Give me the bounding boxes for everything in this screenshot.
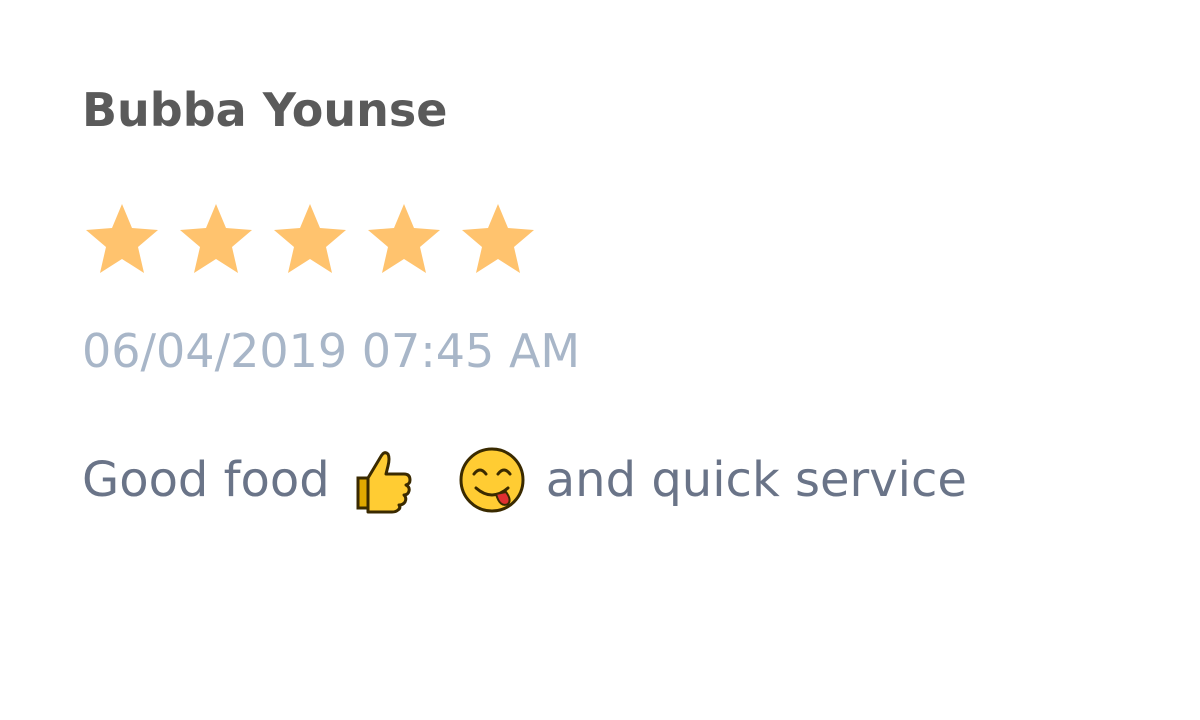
review-text-after: and quick service — [545, 452, 967, 508]
review-date: 06/04/2019 07:45 AM — [82, 324, 581, 378]
star-rating — [82, 200, 1142, 280]
review-text: Good food and quick service — [82, 440, 1142, 520]
face-savoring-food-icon — [456, 444, 528, 516]
star-icon — [368, 204, 440, 273]
star-icon — [86, 204, 158, 273]
star-icon — [180, 204, 252, 273]
star-icon — [462, 204, 534, 273]
reviewer-name: Bubba Younse — [82, 83, 448, 137]
review-text-before: Good food — [82, 452, 330, 508]
star-icon — [274, 204, 346, 273]
review-card: Bubba Younse 06/04/2019 07:45 AM Good fo… — [82, 70, 1142, 520]
thumbs-up-icon — [348, 444, 420, 516]
